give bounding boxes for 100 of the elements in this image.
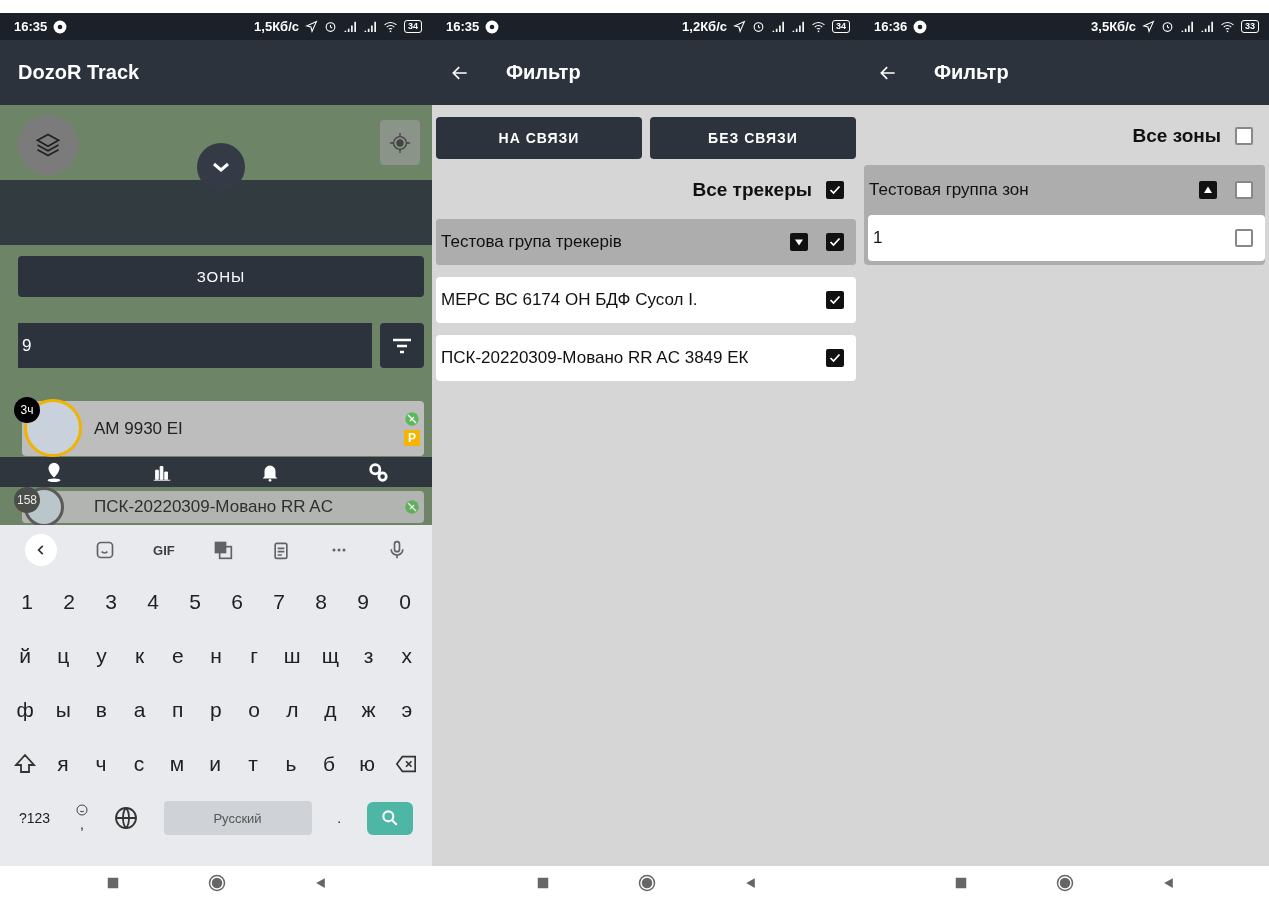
symbols-key[interactable]: ?123 — [18, 810, 51, 826]
keyboard-key[interactable]: ы — [51, 698, 76, 722]
keyboard-key[interactable]: м — [165, 752, 189, 776]
translate-icon[interactable] — [212, 540, 233, 560]
gears-icon[interactable] — [367, 461, 389, 483]
location-arrow-icon — [733, 20, 746, 33]
keyboard-key[interactable]: 8 — [309, 590, 333, 614]
list-item[interactable]: 1 — [868, 215, 1265, 261]
keyboard-key[interactable]: я — [51, 752, 75, 776]
keyboard-key[interactable]: г — [242, 644, 267, 668]
recent-apps-icon[interactable] — [535, 875, 550, 890]
keyboard-key[interactable]: 9 — [351, 590, 375, 614]
filter-toggle-button[interactable]: БЕЗ СВЯЗИ — [650, 117, 856, 159]
space-key[interactable]: Русский — [163, 801, 312, 835]
battery-level: 33 — [1241, 20, 1259, 33]
keyboard-key[interactable]: й — [13, 644, 38, 668]
filter-toggle-button[interactable]: НА СВЯЗИ — [436, 117, 642, 159]
group-label: Тестова група трекерів — [441, 232, 623, 252]
checkbox[interactable] — [1235, 127, 1253, 145]
keyboard-key[interactable]: з — [356, 644, 381, 668]
expand-toggle[interactable] — [1199, 181, 1217, 199]
keyboard-key[interactable]: д — [318, 698, 343, 722]
globe-icon[interactable] — [113, 806, 138, 830]
keyboard-key[interactable]: щ — [318, 644, 343, 668]
alarm-clock-icon — [1161, 20, 1174, 33]
back-icon[interactable] — [1162, 875, 1175, 890]
keyboard-key[interactable]: 4 — [141, 590, 165, 614]
keyboard-key[interactable]: у — [89, 644, 114, 668]
triangle-icon — [1202, 184, 1214, 196]
crosshair-icon — [389, 131, 411, 154]
locate-button[interactable] — [380, 120, 420, 165]
item-label: ПСК-20220309-Мовано RR AC 3849 ЕК — [441, 348, 750, 368]
keyboard-key[interactable]: ь — [279, 752, 303, 776]
keyboard-key[interactable]: 7 — [267, 590, 291, 614]
signal-icon — [1180, 20, 1194, 33]
checkbox[interactable] — [826, 233, 844, 251]
sticker-icon[interactable] — [95, 540, 116, 560]
keyboard-key[interactable]: 5 — [183, 590, 207, 614]
app-title: Фильтр — [934, 61, 1009, 84]
keyboard-key[interactable]: ф — [13, 698, 38, 722]
location-arrow-icon — [305, 20, 318, 33]
zones-button[interactable]: ЗОНЫ — [18, 256, 424, 297]
keyboard-key[interactable]: п — [165, 698, 190, 722]
network-speed: 1,5Кб/с — [254, 19, 299, 34]
keyboard-key[interactable]: ч — [89, 752, 113, 776]
comma-key[interactable]: , — [79, 816, 84, 832]
expand-toggle[interactable] — [790, 233, 808, 251]
network-speed: 1,2Кб/с — [682, 19, 727, 34]
keyboard-key[interactable]: и — [203, 752, 227, 776]
gif-button[interactable]: GIF — [153, 542, 175, 558]
keyboard-key[interactable]: т — [241, 752, 265, 776]
keyboard-key[interactable]: 3 — [99, 590, 123, 614]
keyboard-key[interactable]: н — [203, 644, 228, 668]
keyboard-key[interactable]: с — [127, 752, 151, 776]
checkbox[interactable] — [826, 181, 844, 199]
item-label: МЕРС ВС 6174 ОН БДФ Сусол І. — [441, 290, 699, 310]
keyboard-key[interactable]: ц — [51, 644, 76, 668]
keyboard-key[interactable]: р — [203, 698, 228, 722]
keyboard-key[interactable]: б — [317, 752, 341, 776]
layers-icon — [34, 131, 62, 159]
filter-button[interactable] — [380, 323, 424, 368]
battery-level: 34 — [404, 20, 422, 33]
list-item[interactable]: ПСК-20220309-Мовано RR AC 3849 ЕК — [436, 335, 856, 381]
home-icon[interactable] — [207, 873, 226, 892]
backspace-icon[interactable] — [393, 753, 419, 775]
keyboard-key[interactable]: к — [127, 644, 152, 668]
keyboard-key[interactable]: 2 — [57, 590, 81, 614]
keyboard-key[interactable]: ж — [356, 698, 381, 722]
period-key[interactable]: . — [337, 810, 342, 826]
checkbox[interactable] — [826, 349, 844, 367]
item-label: 1 — [873, 228, 884, 248]
shift-icon[interactable] — [13, 752, 37, 776]
recent-apps-icon[interactable] — [105, 875, 120, 890]
keyboard-key[interactable]: 6 — [225, 590, 249, 614]
keyboard-key[interactable]: а — [127, 698, 152, 722]
checkbox[interactable] — [826, 291, 844, 309]
status-time: 16:36 — [874, 19, 908, 34]
keyboard-key[interactable]: о — [242, 698, 267, 722]
select-all-label: Все трекеры — [692, 179, 812, 201]
keyboard-key[interactable]: ю — [355, 752, 379, 776]
checkbox[interactable] — [1235, 181, 1253, 199]
app-title: DozoR Track — [18, 61, 140, 84]
keyboard-key[interactable]: л — [280, 698, 305, 722]
check-icon — [829, 294, 841, 306]
keyboard-key[interactable]: 1 — [15, 590, 39, 614]
keyboard-key[interactable]: 0 — [393, 590, 417, 614]
list-item[interactable]: МЕРС ВС 6174 ОН БДФ Сусол І. — [436, 277, 856, 323]
recent-apps-icon[interactable] — [954, 875, 968, 890]
search-field[interactable]: 9 — [18, 323, 372, 368]
keyboard-key[interactable]: х — [394, 644, 419, 668]
keyboard-key[interactable]: э — [394, 698, 419, 722]
keyboard-key[interactable]: в — [89, 698, 114, 722]
emoji-icon — [75, 804, 88, 816]
home-icon[interactable] — [637, 873, 656, 892]
wifi-icon — [383, 20, 398, 33]
signal-icon — [771, 20, 785, 33]
keyboard-key[interactable]: е — [165, 644, 190, 668]
checkbox[interactable] — [1235, 229, 1253, 247]
keyboard-key[interactable]: ш — [280, 644, 305, 668]
home-icon[interactable] — [1056, 873, 1074, 892]
